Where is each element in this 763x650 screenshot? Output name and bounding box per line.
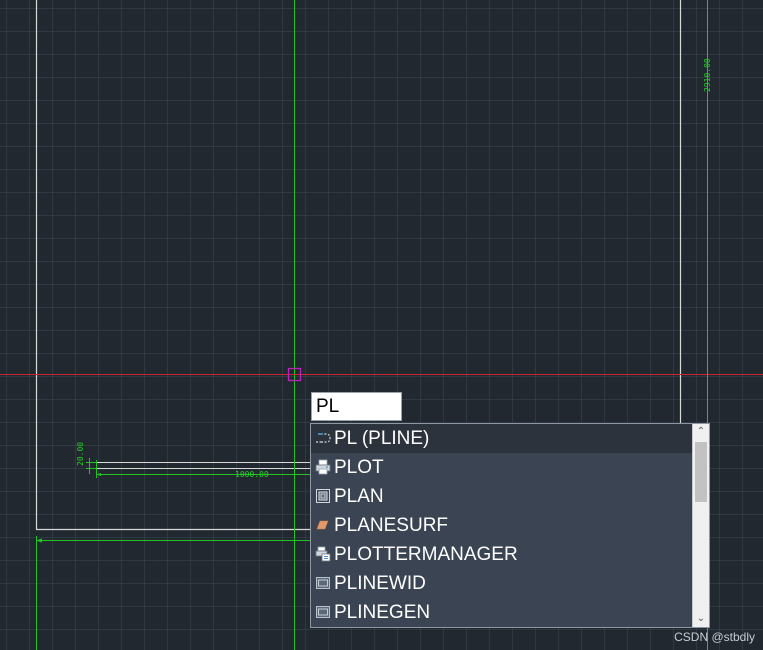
autocomplete-item-label: PLINEGEN [334, 602, 431, 623]
command-autocomplete-list[interactable]: PL (PLINE) PLOT PLAN PLANESURF PLOTTERMA… [310, 423, 710, 628]
autocomplete-item-plan[interactable]: PLAN [311, 482, 693, 511]
planar-surface-icon [315, 517, 331, 533]
autocomplete-item-pline[interactable]: PL (PLINE) [311, 424, 693, 453]
scroll-down-icon[interactable]: ⌄ [693, 611, 709, 627]
autocomplete-item-label: PLOT [334, 457, 384, 478]
polyline-icon [315, 430, 331, 446]
watermark: CSDN @stbdly [674, 630, 755, 644]
autocomplete-item-label: PLINEWID [334, 573, 426, 594]
dimension-text-height-right: 2910.00 [703, 58, 712, 92]
plan-view-icon [315, 488, 331, 504]
system-variable-icon [315, 604, 331, 620]
dimension-text-small-width: 1000.00 [235, 470, 269, 479]
autocomplete-item-label: PLOTTERMANAGER [334, 544, 518, 565]
autocomplete-item-label: PL (PLINE) [334, 428, 430, 449]
printer-icon [315, 459, 331, 475]
autocomplete-item-planesurf[interactable]: PLANESURF [311, 511, 693, 540]
scrollbar-thumb[interactable] [695, 442, 707, 502]
autocomplete-item-plot[interactable]: PLOT [311, 453, 693, 482]
dimension-text-small-height: 20.00 [76, 441, 85, 466]
autocomplete-item-plinewid[interactable]: PLINEWID [311, 569, 693, 598]
autocomplete-item-label: PLANESURF [334, 515, 449, 536]
scroll-up-icon[interactable]: ⌃ [693, 424, 709, 440]
autocomplete-item-plinegen[interactable]: PLINEGEN [311, 598, 693, 627]
system-variable-icon [315, 575, 331, 591]
autocomplete-item-plottermanager[interactable]: PLOTTERMANAGER [311, 540, 693, 569]
plotter-manager-icon [315, 546, 331, 562]
autocomplete-scrollbar[interactable]: ⌃ ⌄ [692, 424, 709, 627]
autocomplete-item-label: PLAN [334, 486, 384, 507]
dynamic-input-field[interactable]: PL [311, 392, 402, 421]
small-rectangle[interactable] [96, 462, 311, 469]
